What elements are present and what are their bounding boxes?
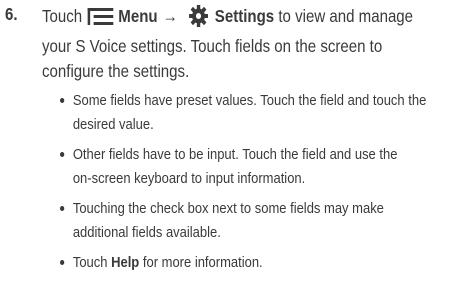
bullet-line: Touch Help for more information.	[73, 251, 462, 275]
step-line-1-suffix: to view and manage	[278, 6, 414, 26]
step-touch-text: Touch	[42, 6, 83, 26]
bullet-line: additional fields available.	[72, 223, 221, 241]
step-line-3: configure the settings.	[42, 61, 190, 81]
menu-label: Menu	[118, 6, 158, 26]
bullet-line: Touching the check box next to some fiel…	[72, 200, 384, 217]
bullet-item: Touching the check box next to some fiel…	[60, 197, 462, 244]
bullet-item: Other fields have to be input. Touch the…	[60, 143, 462, 190]
bullet-dot	[60, 98, 65, 103]
bullet-dot	[60, 206, 65, 211]
step-line-1: Touch Menu → Settings to view and manage	[42, 4, 463, 34]
bullet-suffix-text: for more information.	[142, 254, 263, 271]
bullet-line: on-screen keyboard to input information.	[72, 169, 306, 187]
help-label: Help	[111, 254, 140, 271]
bullet-dot	[60, 260, 65, 265]
menu-icon	[87, 7, 114, 32]
bullet-line: desired value.	[72, 115, 154, 133]
bullet-line: Other fields have to be input. Touch the…	[72, 146, 398, 163]
bullet-list: Some fields have preset values. Touch th…	[60, 89, 462, 275]
bullet-item: Touch Help for more information.	[60, 251, 462, 275]
bullet-item: Some fields have preset values. Touch th…	[60, 89, 462, 136]
step-number: 6.	[5, 4, 18, 24]
bullet-line: Some fields have preset values. Touch th…	[72, 92, 427, 109]
gear-icon	[188, 5, 208, 34]
bullet-touch-text: Touch	[72, 254, 108, 271]
instruction-step: 6. Touch Menu → Settings to view and manage…	[0, 0, 472, 299]
step-text: Touch Menu → Settings to view and manage yo…	[42, 4, 463, 84]
settings-label: Settings	[214, 6, 275, 26]
arrow-glyph: →	[162, 6, 178, 26]
bullet-dot	[60, 152, 65, 157]
step-line-2: your S Voice settings. Touch fields on t…	[42, 36, 383, 56]
